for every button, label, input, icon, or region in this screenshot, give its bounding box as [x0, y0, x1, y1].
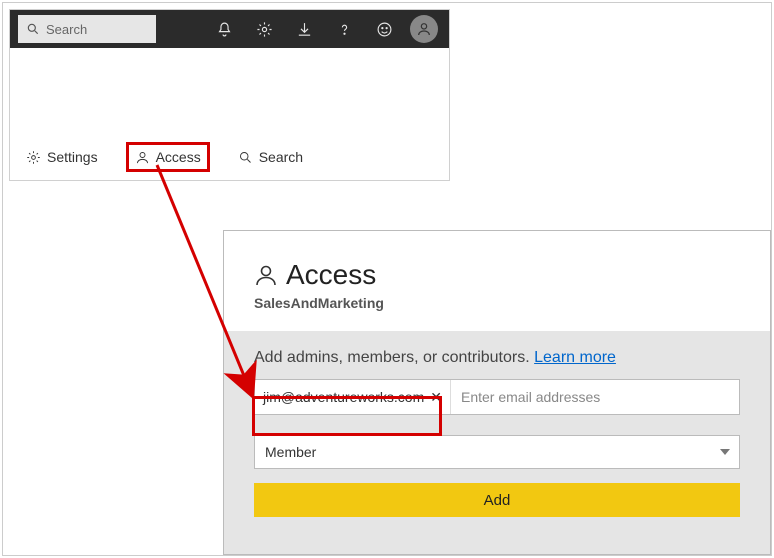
highlight-callout [252, 396, 442, 436]
search-icon [238, 150, 253, 165]
person-icon [135, 150, 150, 165]
tab-label: Access [156, 149, 201, 165]
tab-settings[interactable]: Settings [20, 145, 104, 169]
panel-subtitle: SalesAndMarketing [254, 295, 740, 311]
notifications-button[interactable] [207, 12, 241, 46]
help-icon [336, 21, 353, 38]
download-icon [296, 21, 313, 38]
tab-access[interactable]: Access [126, 142, 210, 172]
role-select-wrap: Member [254, 435, 740, 469]
panel-title: Access [286, 259, 376, 291]
top-panel: Search [9, 9, 450, 181]
dark-toolbar: Search [10, 10, 449, 48]
bell-icon [216, 21, 233, 38]
help-button[interactable] [327, 12, 361, 46]
add-button[interactable]: Add [254, 483, 740, 517]
tab-row: Settings Access Search [20, 142, 309, 172]
email-field[interactable] [451, 380, 739, 414]
global-search-input[interactable]: Search [18, 15, 156, 43]
tab-search[interactable]: Search [232, 145, 309, 169]
gear-icon [256, 21, 273, 38]
settings-button[interactable] [247, 12, 281, 46]
search-placeholder-text: Search [46, 22, 87, 37]
avatar [410, 15, 438, 43]
tab-label: Settings [47, 149, 98, 165]
gear-icon [26, 150, 41, 165]
access-panel: Access SalesAndMarketing Add admins, mem… [223, 230, 771, 555]
instruction-label: Add admins, members, or contributors. [254, 349, 530, 366]
search-icon [26, 22, 40, 36]
smile-icon [376, 21, 393, 38]
person-icon [416, 21, 432, 37]
access-header: Access SalesAndMarketing [224, 231, 770, 331]
instruction-text: Add admins, members, or contributors. Le… [254, 349, 740, 367]
role-select[interactable]: Member [254, 435, 740, 469]
account-button[interactable] [407, 12, 441, 46]
person-icon [254, 263, 278, 287]
download-button[interactable] [287, 12, 321, 46]
feedback-button[interactable] [367, 12, 401, 46]
tab-label: Search [259, 149, 303, 165]
learn-more-link[interactable]: Learn more [534, 349, 616, 366]
